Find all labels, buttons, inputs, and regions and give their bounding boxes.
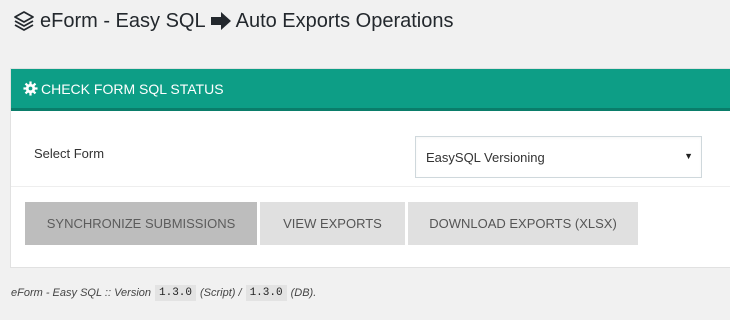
version-footer: eForm - Easy SQL :: Version 1.3.0 (Scrip… (11, 285, 316, 301)
script-label: (Script) / (200, 287, 242, 299)
panel-heading: CHECK FORM SQL STATUS (11, 69, 730, 111)
download-exports-button[interactable]: DOWNLOAD EXPORTS (XLSX) (408, 202, 638, 245)
caret-down-icon: ▼ (684, 151, 693, 161)
page-title-part2: Auto Exports Operations (235, 9, 454, 32)
synchronize-submissions-button[interactable]: SYNCHRONIZE SUBMISSIONS (25, 202, 257, 245)
action-buttons: SYNCHRONIZE SUBMISSIONS VIEW EXPORTS DOW… (25, 202, 641, 245)
layers-icon (12, 9, 36, 33)
sql-status-panel: CHECK FORM SQL STATUS Select Form EasySQ… (10, 68, 730, 268)
page-title-part1: eForm - Easy SQL (40, 9, 206, 32)
db-version: 1.3.0 (245, 285, 287, 301)
gear-icon (23, 81, 38, 96)
page-title: eForm - Easy SQL Auto Exports Operations (12, 6, 454, 36)
db-label: (DB). (290, 287, 317, 299)
script-version: 1.3.0 (155, 285, 197, 301)
form-select[interactable]: EasySQL Versioning ▼ (415, 136, 702, 178)
arrow-right-icon (210, 11, 232, 31)
select-form-row: Select Form EasySQL Versioning ▼ (11, 111, 730, 187)
view-exports-button[interactable]: VIEW EXPORTS (260, 202, 405, 245)
panel-heading-text: CHECK FORM SQL STATUS (41, 80, 224, 97)
form-select-value: EasySQL Versioning (426, 149, 545, 165)
select-form-label: Select Form (34, 146, 105, 161)
footer-prefix: eForm - Easy SQL :: Version (11, 287, 151, 299)
